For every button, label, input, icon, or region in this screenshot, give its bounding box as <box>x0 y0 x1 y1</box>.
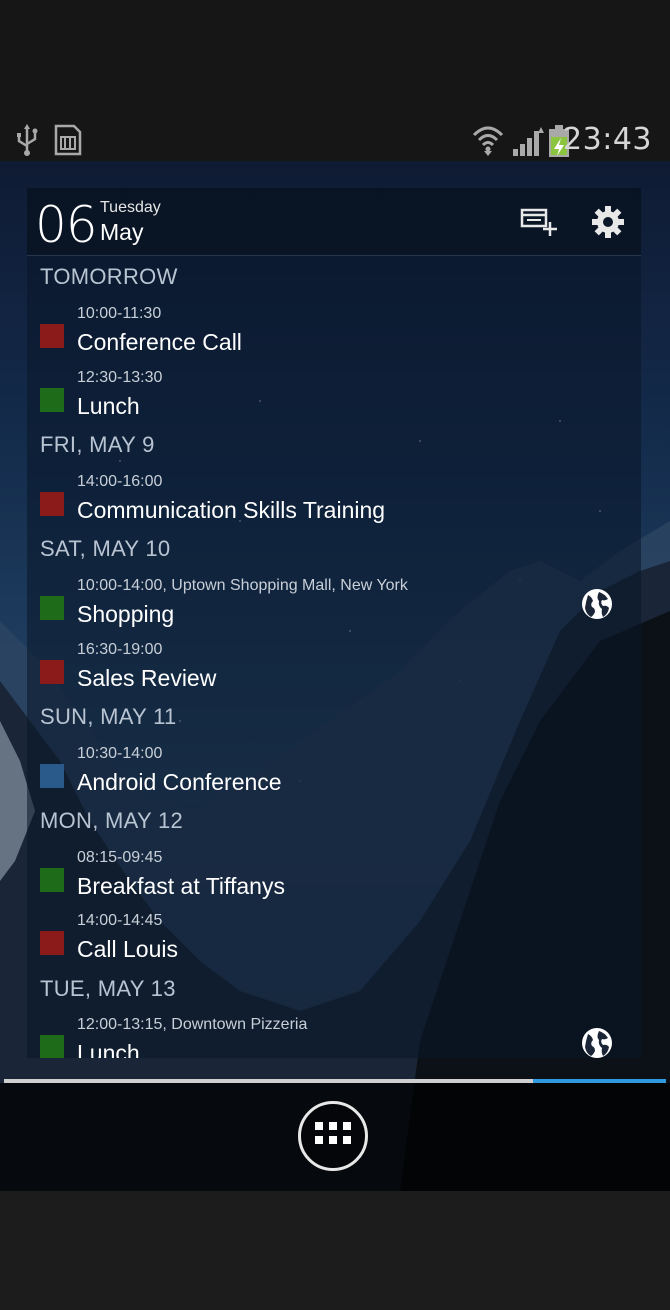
event-time: 12:30-13:30 <box>77 369 163 386</box>
calendar-color-swatch <box>40 931 64 955</box>
widget-header: 06 Tuesday May <box>27 188 641 256</box>
event-time: 10:30-14:00 <box>77 745 163 762</box>
globe-icon <box>580 1026 614 1058</box>
add-event-icon[interactable] <box>519 202 559 242</box>
event-item[interactable]: 08:15-09:45 Breakfast at Tiffanys <box>27 849 641 911</box>
all-apps-button[interactable] <box>298 1101 368 1171</box>
event-item[interactable]: 14:00-14:45 Call Louis <box>27 912 641 974</box>
date-weekday: Tuesday <box>100 199 161 216</box>
calendar-color-swatch <box>40 596 64 620</box>
date-day-number[interactable]: 06 <box>35 196 98 254</box>
bottom-letterbox <box>0 1191 670 1310</box>
day-header-mon-may-12: MON, MAY 12 <box>40 808 184 833</box>
event-item[interactable]: 14:00-16:00 Communication Skills Trainin… <box>27 473 641 535</box>
day-header-sun-may-11: SUN, MAY 11 <box>40 704 177 729</box>
day-header-tue-may-13: TUE, MAY 13 <box>40 976 176 1001</box>
event-item[interactable]: 10:00-14:00, Uptown Shopping Mall, New Y… <box>27 577 641 639</box>
calendar-color-swatch <box>40 388 64 412</box>
calendar-color-swatch <box>40 764 64 788</box>
day-header-fri-may-9: FRI, MAY 9 <box>40 432 155 457</box>
globe-icon <box>580 587 614 626</box>
event-title: Android Conference <box>77 769 282 795</box>
event-title: Lunch <box>77 1040 140 1058</box>
event-item[interactable]: 10:00-11:30 Conference Call <box>27 305 641 367</box>
event-title: Communication Skills Training <box>77 497 386 523</box>
event-time: 10:00-11:30 <box>77 305 162 322</box>
all-apps-icon <box>313 1119 353 1154</box>
calendar-color-swatch <box>40 492 64 516</box>
settings-gear-icon[interactable] <box>588 202 628 242</box>
event-title: Shopping <box>77 601 175 627</box>
event-title: Call Louis <box>77 936 178 962</box>
event-item[interactable]: 10:30-14:00 Android Conference <box>27 745 641 807</box>
top-letterbox <box>0 0 670 119</box>
status-clock: 23:43 <box>563 122 652 157</box>
event-time: 16:30-19:00 <box>77 641 163 658</box>
event-title: Sales Review <box>77 665 217 691</box>
calendar-color-swatch <box>40 1035 64 1058</box>
event-time: 08:15-09:45 <box>77 849 163 866</box>
event-item[interactable]: 12:00-13:15, Downtown Pizzeria Lunch <box>27 1016 641 1058</box>
event-time: 14:00-16:00 <box>77 473 163 490</box>
event-title: Lunch <box>77 393 140 419</box>
event-time: 10:00-14:00, Uptown Shopping Mall, New Y… <box>77 577 408 594</box>
calendar-color-swatch <box>40 660 64 684</box>
event-time: 12:00-13:15, Downtown Pizzeria <box>77 1016 308 1033</box>
event-item[interactable]: 16:30-19:00 Sales Review <box>27 641 641 703</box>
calendar-color-swatch <box>40 324 64 348</box>
usb-icon <box>14 123 40 162</box>
day-header-tomorrow: TOMORROW <box>40 264 178 289</box>
calendar-widget: 06 Tuesday May TOMORROW 10:00-11:30 Conf… <box>27 188 641 1058</box>
sd-card-icon <box>53 123 83 162</box>
status-bar: 23:43 <box>0 119 670 161</box>
day-header-sat-may-10: SAT, MAY 10 <box>40 536 171 561</box>
wifi-icon <box>472 123 504 162</box>
event-time: 14:00-14:45 <box>77 912 163 929</box>
signal-icon <box>511 123 545 162</box>
event-title: Conference Call <box>77 329 242 355</box>
event-item[interactable]: 12:30-13:30 Lunch <box>27 369 641 431</box>
event-title: Breakfast at Tiffanys <box>77 873 285 899</box>
calendar-color-swatch <box>40 868 64 892</box>
date-month: May <box>100 219 144 245</box>
